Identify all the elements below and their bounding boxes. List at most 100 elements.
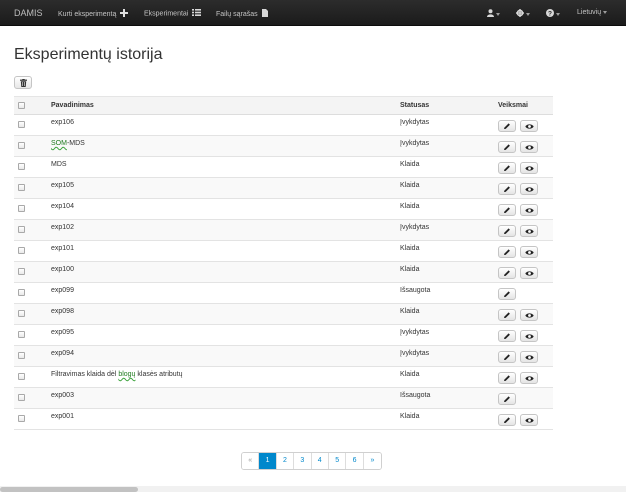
table-row: exp102 Įvykdytas [14, 220, 553, 241]
experiment-name-part: SOM [51, 140, 67, 147]
row-checkbox[interactable] [18, 415, 25, 422]
view-button[interactable] [520, 246, 538, 258]
experiment-name: exp100 [51, 266, 74, 273]
table-row: MDS Klaida [14, 157, 553, 178]
edit-button[interactable] [498, 414, 516, 426]
status-label: Klaida [400, 161, 420, 168]
view-button[interactable] [520, 225, 538, 237]
nav-create-experiment[interactable]: Kurti eksperimentą [58, 9, 129, 19]
trash-icon [20, 79, 27, 87]
table-row: exp104 Klaida [14, 199, 553, 220]
experiment-name: Filtravimas klaida dėl blogų klasės atri… [51, 371, 183, 378]
pagination-prev[interactable]: « [242, 453, 260, 469]
language-menu[interactable]: Lietuvių [577, 9, 608, 16]
view-button[interactable] [520, 330, 538, 342]
status-label: Klaida [400, 413, 420, 420]
settings-menu[interactable] [516, 9, 530, 19]
experiment-name: exp101 [51, 245, 74, 252]
view-button[interactable] [520, 141, 538, 153]
column-header-name: Pavadinimas [51, 102, 94, 109]
svg-text:?: ? [548, 10, 552, 17]
nav-file-list[interactable]: Failų sąrašas [216, 9, 268, 19]
brand-logo[interactable]: DAMIS [14, 8, 43, 18]
pagination-page[interactable]: 2 [276, 453, 295, 469]
view-button[interactable] [520, 351, 538, 363]
row-checkbox[interactable] [18, 247, 25, 254]
row-checkbox[interactable] [18, 184, 25, 191]
user-menu[interactable] [487, 9, 500, 19]
top-navbar: DAMIS Kurti eksperimentą Eksperimentai F… [0, 0, 626, 26]
edit-button[interactable] [498, 225, 516, 237]
experiment-name: exp003 [51, 392, 74, 399]
nav-create-experiment-label: Kurti eksperimentą [58, 10, 117, 18]
row-checkbox[interactable] [18, 226, 25, 233]
row-checkbox[interactable] [18, 394, 25, 401]
row-checkbox[interactable] [18, 289, 25, 296]
edit-button[interactable] [498, 372, 516, 384]
pagination: « 1 2 3 4 5 6 » [241, 452, 383, 470]
table-row: exp003 Išsaugota [14, 388, 553, 409]
nav-experiments[interactable]: Eksperimentai [144, 9, 202, 18]
table-row: exp095 Įvykdytas [14, 325, 553, 346]
status-label: Klaida [400, 182, 420, 189]
edit-button[interactable] [498, 204, 516, 216]
status-label: Klaida [400, 308, 420, 315]
status-label: Klaida [400, 266, 420, 273]
edit-button[interactable] [498, 120, 516, 132]
scrollbar-thumb[interactable] [0, 487, 138, 492]
view-button[interactable] [520, 120, 538, 132]
edit-button[interactable] [498, 393, 516, 405]
row-checkbox[interactable] [18, 352, 25, 359]
view-button[interactable] [520, 183, 538, 195]
row-checkbox[interactable] [18, 268, 25, 275]
experiment-name: exp001 [51, 413, 74, 420]
edit-button[interactable] [498, 183, 516, 195]
column-header-actions: Veiksmai [498, 102, 528, 109]
plus-icon [120, 9, 129, 19]
row-checkbox[interactable] [18, 373, 25, 380]
chevron-down-icon [556, 12, 560, 16]
select-all-checkbox[interactable] [18, 102, 25, 109]
row-checkbox[interactable] [18, 163, 25, 170]
view-button[interactable] [520, 162, 538, 174]
edit-button[interactable] [498, 162, 516, 174]
experiment-name: exp098 [51, 308, 74, 315]
edit-button[interactable] [498, 288, 516, 300]
table-row: exp101 Klaida [14, 241, 553, 262]
view-button[interactable] [520, 309, 538, 321]
pagination-page[interactable]: 5 [328, 453, 347, 469]
experiment-name: exp106 [51, 119, 74, 126]
row-checkbox[interactable] [18, 205, 25, 212]
edit-button[interactable] [498, 141, 516, 153]
status-label: Klaida [400, 245, 420, 252]
view-button[interactable] [520, 204, 538, 216]
edit-button[interactable] [498, 309, 516, 321]
view-button[interactable] [520, 372, 538, 384]
row-checkbox[interactable] [18, 331, 25, 338]
experiment-name-part: blogų [118, 371, 136, 378]
view-button[interactable] [520, 267, 538, 279]
row-checkbox[interactable] [18, 142, 25, 149]
horizontal-scrollbar[interactable] [0, 486, 626, 492]
status-label: Įvykdytas [400, 119, 430, 126]
edit-button[interactable] [498, 330, 516, 342]
edit-button[interactable] [498, 246, 516, 258]
row-checkbox[interactable] [18, 121, 25, 128]
experiment-name-part: Filtravimas klaida dėl [51, 371, 119, 378]
pagination-page[interactable]: 6 [346, 453, 364, 469]
help-menu[interactable]: ? [546, 9, 560, 19]
edit-button[interactable] [498, 351, 516, 363]
pagination-page[interactable]: 3 [294, 453, 312, 469]
table-row: exp106 Įvykdytas [14, 115, 553, 136]
row-checkbox[interactable] [18, 310, 25, 317]
nav-experiments-label: Eksperimentai [144, 10, 189, 18]
pagination-page[interactable]: 4 [311, 453, 329, 469]
pagination-next[interactable]: » [363, 453, 382, 469]
edit-button[interactable] [498, 267, 516, 279]
chevron-down-icon [603, 10, 608, 14]
experiment-name: SOM-MDS [51, 140, 85, 147]
experiment-name: exp102 [51, 224, 74, 231]
view-button[interactable] [520, 414, 538, 426]
pagination-page[interactable]: 1 [259, 453, 277, 469]
delete-selected-button[interactable] [14, 76, 32, 89]
